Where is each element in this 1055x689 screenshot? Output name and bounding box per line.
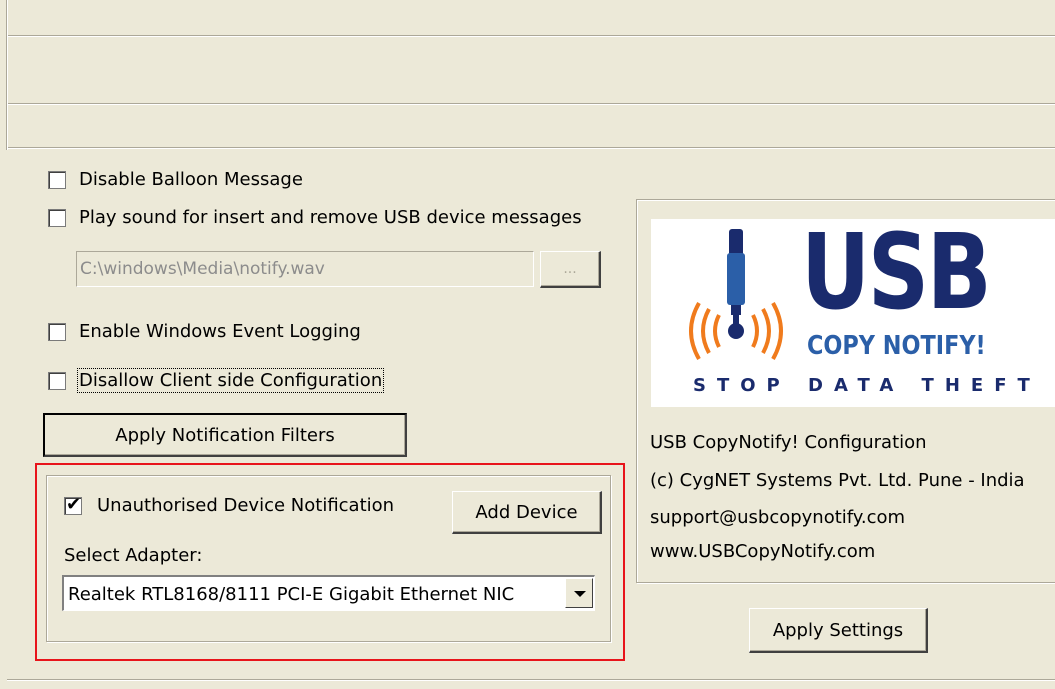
disable-balloon-label: Disable Balloon Message [79, 169, 303, 190]
play-sound-checkbox[interactable] [48, 209, 66, 227]
sound-path-field[interactable]: C:\windows\Media\notify.wav [76, 251, 534, 287]
info-support-email[interactable]: support@usbcopynotify.com [650, 507, 905, 528]
event-logging-label: Enable Windows Event Logging [79, 321, 361, 342]
checkmark-icon: ✔ [66, 494, 82, 515]
left-edge-line [6, 0, 8, 150]
add-device-button[interactable]: Add Device [452, 491, 602, 534]
event-logging-checkbox[interactable] [48, 323, 66, 341]
select-adapter-label: Select Adapter: [64, 545, 203, 566]
unauthorised-label: Unauthorised Device Notification [97, 495, 395, 516]
disallow-client-checkbox[interactable] [48, 372, 66, 390]
logo-usb-text: USB [801, 219, 992, 333]
usb-copynotify-logo: USB COPY NOTIFY! STOP DATA THEFT [651, 219, 1055, 407]
chevron-down-icon [574, 591, 586, 597]
disable-balloon-checkbox[interactable] [48, 171, 66, 189]
logo-copy-notify-text: COPY NOTIFY! [807, 331, 986, 361]
info-copyright: (c) CygNET Systems Pvt. Ltd. Pune - Indi… [650, 470, 1025, 491]
top-separator-2 [7, 103, 1055, 105]
apply-notification-filters-button[interactable]: Apply Notification Filters [43, 413, 407, 457]
bottom-separator [7, 679, 1055, 681]
apply-settings-button[interactable]: Apply Settings [749, 608, 928, 653]
adapter-select[interactable]: Realtek RTL8168/8111 PCI-E Gigabit Ether… [62, 575, 595, 611]
dropdown-button[interactable] [565, 578, 593, 608]
disallow-client-label: Disallow Client side Configuration [76, 368, 385, 393]
info-website[interactable]: www.USBCopyNotify.com [650, 541, 875, 562]
play-sound-label: Play sound for insert and remove USB dev… [79, 207, 582, 228]
adapter-select-value: Realtek RTL8168/8111 PCI-E Gigabit Ether… [68, 584, 515, 605]
top-separator-1 [7, 35, 1055, 37]
top-separator-3 [7, 147, 1055, 149]
info-config-title: USB CopyNotify! Configuration [650, 432, 927, 453]
logo-tagline-text: STOP DATA THEFT [693, 375, 1041, 396]
browse-button[interactable]: ... [540, 251, 601, 288]
unauthorised-checkbox[interactable]: ✔ [64, 494, 82, 515]
